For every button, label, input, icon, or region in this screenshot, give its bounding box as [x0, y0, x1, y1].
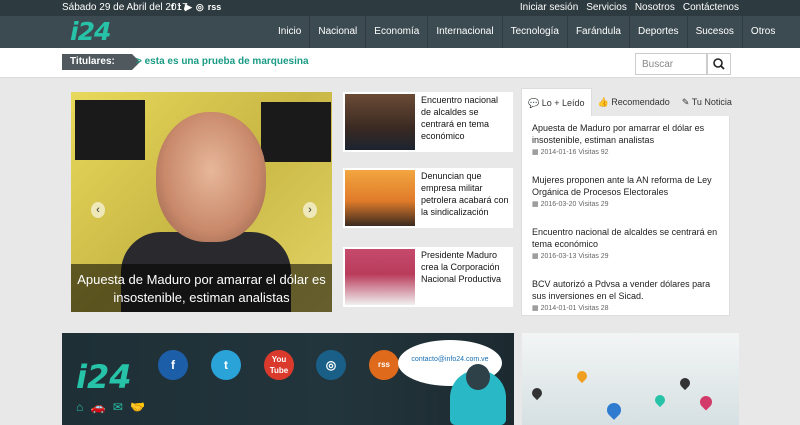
sidebar-tabs: 💬 Lo + Leído 👍 Recomendado ✎ Tu Noticia: [521, 88, 739, 116]
entry-meta: ▦ 2016-03-20 Visitas 29: [532, 201, 609, 208]
twitter-icon[interactable]: t: [211, 350, 241, 380]
list-item[interactable]: BCV autorizó a Pdvsa a vender dólares pa…: [532, 278, 722, 312]
story-title[interactable]: Presidente Maduro crea la Corporación Na…: [421, 249, 509, 285]
instagram-icon[interactable]: ◎: [316, 350, 346, 380]
calendar-icon: ▦: [532, 253, 539, 260]
facebook-icon[interactable]: f: [158, 350, 188, 380]
entry-title[interactable]: BCV autorizó a Pdvsa a vender dólares pa…: [532, 278, 722, 302]
tab-your-news[interactable]: ✎ Tu Noticia: [676, 88, 738, 116]
comments-icon: 💬: [528, 98, 540, 108]
story-thumbnail: [345, 249, 415, 305]
tab-recommended[interactable]: 👍 Recomendado: [592, 88, 676, 116]
slide-caption[interactable]: Apuesta de Maduro por amarrar el dólar e…: [71, 264, 332, 312]
entry-meta: ▦ 2016-03-13 Visitas 29: [532, 253, 609, 260]
slide-image-face: [156, 112, 266, 242]
support-agent-icon: [450, 364, 506, 425]
story-title[interactable]: Encuentro nacional de alcaldes se centra…: [421, 94, 509, 142]
story-card[interactable]: Presidente Maduro crea la Corporación Na…: [343, 247, 513, 307]
featured-slider[interactable]: ‹ › Apuesta de Maduro por amarrar el dól…: [71, 92, 332, 312]
contact-link[interactable]: Contáctenos: [683, 2, 739, 13]
main-nav: Inicio Nacional Economía Internacional T…: [270, 16, 783, 48]
site-logo[interactable]: i24: [70, 17, 111, 46]
nav-item-sucesos[interactable]: Sucesos: [686, 16, 742, 48]
map-banner[interactable]: [522, 333, 739, 425]
login-link[interactable]: Iniciar sesión: [520, 2, 578, 13]
top-bar: Sábado 29 de Abril del 2017 f t ▶ ◎ rss …: [0, 0, 800, 16]
slider-prev-button[interactable]: ‹: [91, 202, 105, 218]
story-card[interactable]: Encuentro nacional de alcaldes se centra…: [343, 92, 513, 152]
tab-label: Lo + Leído: [541, 98, 585, 108]
map-pin-icon: [604, 400, 624, 420]
banner-mini-icons: ⌂ 🚗 ✉ 🤝: [76, 400, 148, 414]
services-link[interactable]: Servicios: [586, 2, 627, 13]
list-item[interactable]: Encuentro nacional de alcaldes se centra…: [532, 226, 722, 260]
nav-item-nacional[interactable]: Nacional: [309, 16, 365, 48]
map-pin-icon: [529, 385, 545, 401]
entry-title[interactable]: Mujeres proponen ante la AN reforma de L…: [532, 174, 722, 198]
calendar-icon: ▦: [532, 305, 539, 312]
nav-item-otros[interactable]: Otros: [741, 16, 783, 48]
map-pin-icon: [677, 375, 693, 391]
tab-label: Tu Noticia: [691, 97, 732, 107]
nav-item-deportes[interactable]: Deportes: [628, 16, 687, 48]
top-links: Iniciar sesión Servicios Nosotros Contác…: [520, 2, 739, 13]
nav-item-inicio[interactable]: Inicio: [270, 16, 309, 48]
entry-title[interactable]: Encuentro nacional de alcaldes se centra…: [532, 226, 722, 250]
entry-meta: ▦ 2014-01-16 Visitas 92: [532, 149, 609, 156]
youtube-icon[interactable]: ▶: [185, 2, 192, 13]
story-thumbnail: [345, 94, 415, 150]
current-date: Sábado 29 de Abril del 2017: [62, 2, 188, 13]
list-item[interactable]: Mujeres proponen ante la AN reforma de L…: [532, 174, 722, 208]
slide-image-sign-right: [261, 102, 331, 162]
edit-icon: ✎: [681, 97, 690, 107]
ticker-label: Titulares:: [62, 54, 140, 70]
thumbs-up-icon: 👍: [597, 97, 609, 107]
nav-item-farandula[interactable]: Farándula: [566, 16, 629, 48]
story-card[interactable]: Denuncian que empresa militar petrolera …: [343, 168, 513, 228]
story-thumbnail: [345, 170, 415, 226]
search-icon: [713, 58, 725, 70]
most-read-panel: Apuesta de Maduro por amarrar el dólar e…: [521, 116, 730, 316]
entry-title[interactable]: Apuesta de Maduro por amarrar el dólar e…: [532, 122, 722, 146]
tab-most-read[interactable]: 💬 Lo + Leído: [521, 88, 592, 116]
search-input[interactable]: Buscar: [635, 53, 707, 75]
entry-meta: ▦ 2014-01-01 Visitas 28: [532, 305, 609, 312]
tab-label: Recomendado: [611, 97, 670, 107]
list-item[interactable]: Apuesta de Maduro por amarrar el dólar e…: [532, 122, 722, 156]
facebook-icon[interactable]: f: [171, 2, 174, 13]
map-pin-icon: [652, 392, 668, 408]
search-button[interactable]: [707, 53, 731, 75]
story-title[interactable]: Denuncian que empresa militar petrolera …: [421, 170, 509, 218]
nav-item-internacional[interactable]: Internacional: [427, 16, 501, 48]
rss-icon[interactable]: rss: [208, 2, 222, 13]
map-pin-icon: [697, 393, 715, 411]
instagram-icon[interactable]: ◎: [196, 2, 204, 13]
calendar-icon: ▦: [532, 201, 539, 208]
social-links: f t ▶ ◎ rss: [171, 2, 221, 13]
slider-next-button[interactable]: ›: [303, 202, 317, 218]
about-link[interactable]: Nosotros: [635, 2, 675, 13]
banner-logo: i24: [76, 358, 132, 396]
youtube-icon[interactable]: You Tube: [264, 350, 294, 380]
twitter-icon[interactable]: t: [178, 2, 181, 13]
rss-icon[interactable]: rss: [369, 350, 399, 380]
map-pin-icon: [574, 368, 590, 384]
slide-image-sign-left: [75, 100, 145, 160]
nav-item-tecnologia[interactable]: Tecnología: [501, 16, 567, 48]
calendar-icon: ▦: [532, 149, 539, 156]
ticker-text[interactable]: > esta es una prueba de marquesina: [136, 56, 309, 67]
nav-item-economia[interactable]: Economía: [365, 16, 427, 48]
